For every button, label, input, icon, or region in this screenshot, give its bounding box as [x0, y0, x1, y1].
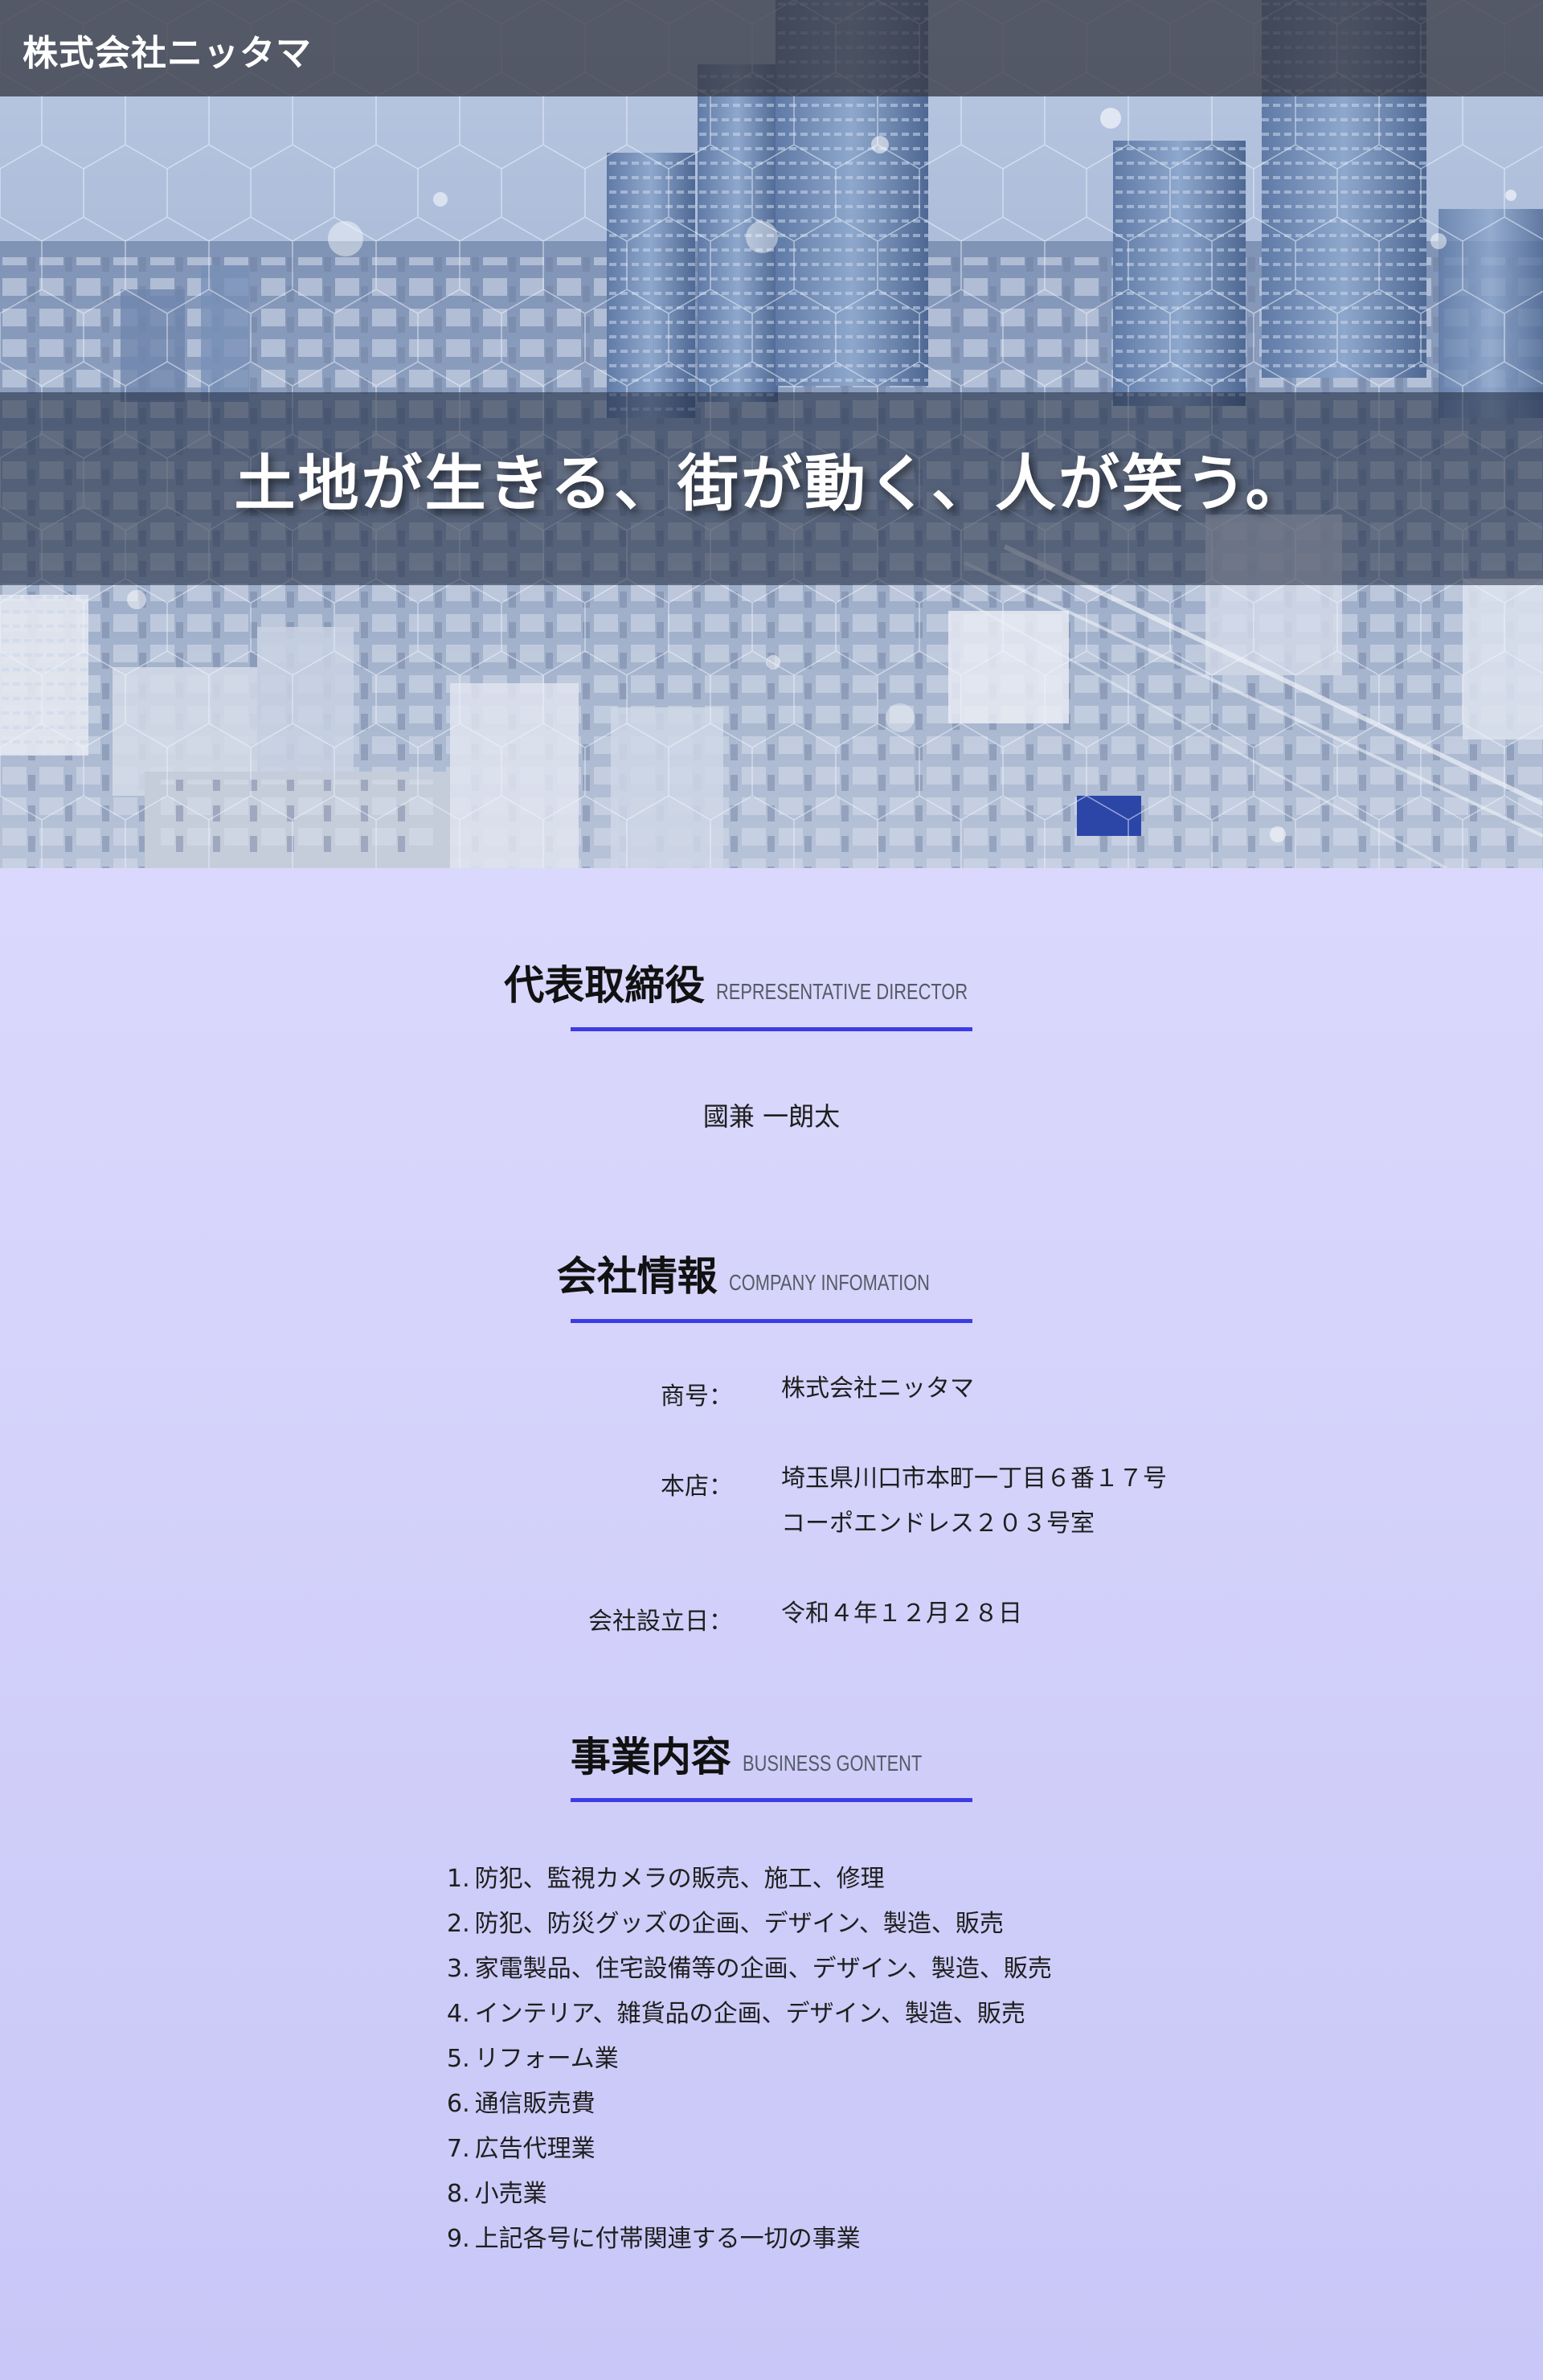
list-item-number: 3. — [447, 1955, 470, 1983]
list-item-text: 家電製品、住宅設備等の企画、デザイン、製造、販売 — [474, 1955, 1052, 1983]
hero-tagline: 土地が生きる、街が動く、人が笑う。 — [234, 448, 1309, 519]
list-item-text: 小売業 — [474, 2180, 547, 2208]
list-item-text: 防犯、防災グッズの企画、デザイン、製造、販売 — [474, 1910, 1004, 1938]
head-office-line-2: コーポエンドレス２０３号室 — [781, 1510, 1095, 1538]
list-item-number: 7. — [447, 2135, 470, 2163]
head-office-label: 本店： — [661, 1473, 733, 1501]
list-item-number: 4. — [447, 2000, 470, 2028]
established-label: 会社設立日： — [588, 1608, 733, 1636]
representative-heading: 代表取締役 REPRESENTATIVE DIRECTOR — [0, 953, 1543, 1011]
list-item-number: 1. — [447, 1865, 470, 1893]
representative-subtitle: REPRESENTATIVE DIRECTOR — [716, 979, 968, 1004]
trade-name-label: 商号： — [661, 1383, 733, 1411]
list-item-number: 8. — [447, 2180, 470, 2208]
head-office-line-1: 埼玉県川口市本町一丁目６番１７号 — [781, 1464, 1167, 1493]
company-info-subtitle: COMPANY INFOMATION — [728, 1270, 930, 1295]
list-item: 1. 防犯、監視カメラの販売、施工、修理 — [447, 1857, 1052, 1902]
list-item: 4. インテリア、雑貨品の企画、デザイン、製造、販売 — [447, 1992, 1052, 2037]
company-info-title: 会社情報 — [556, 1253, 718, 1300]
list-item-text: 上記各号に付帯関連する一切の事業 — [474, 2225, 861, 2253]
list-item-number: 2. — [447, 1910, 470, 1938]
representative-title: 代表取締役 — [504, 962, 706, 1009]
representative-divider — [571, 1027, 972, 1031]
established-value: 令和４年１２月２８日 — [781, 1600, 1022, 1628]
list-item-text: 広告代理業 — [474, 2135, 596, 2163]
list-item-text: 防犯、監視カメラの販売、施工、修理 — [474, 1865, 885, 1893]
list-item-text: 通信販売費 — [474, 2090, 596, 2118]
list-item: 5. リフォーム業 — [447, 2037, 1052, 2082]
head-office-address: 埼玉県川口市本町一丁目６番１７号 コーポエンドレス２０３号室 — [781, 1456, 1167, 1546]
business-list: 1. 防犯、監視カメラの販売、施工、修理 2. 防犯、防災グッズの企画、デザイン、製… — [447, 1857, 1052, 2262]
list-item-text: インテリア、雑貨品の企画、デザイン、製造、販売 — [474, 2000, 1025, 2028]
business-title: 事業内容 — [570, 1734, 731, 1780]
list-item-number: 5. — [447, 2045, 470, 2073]
business-divider — [571, 1798, 972, 1802]
list-item-text: リフォーム業 — [474, 2045, 619, 2073]
company-logo-text[interactable]: 株式会社ニッタマ — [23, 24, 312, 76]
company-info-heading: 会社情報 COMPANY INFOMATION — [0, 1244, 1543, 1302]
list-item-number: 6. — [447, 2090, 470, 2118]
representative-name: 國兼 一朗太 — [702, 1101, 841, 1132]
business-subtitle: BUSINESS GONTENT — [742, 1751, 923, 1776]
list-item: 6. 通信販売費 — [447, 2082, 1052, 2127]
company-info-divider — [571, 1319, 972, 1323]
list-item-number: 9. — [447, 2225, 470, 2253]
business-heading: 事業内容 BUSINESS GONTENT — [0, 1725, 1543, 1783]
list-item: 3. 家電製品、住宅設備等の企画、デザイン、製造、販売 — [447, 1947, 1052, 1992]
list-item: 9. 上記各号に付帯関連する一切の事業 — [447, 2217, 1052, 2262]
list-item: 2. 防犯、防災グッズの企画、デザイン、製造、販売 — [447, 1902, 1052, 1947]
list-item: 8. 小売業 — [447, 2172, 1052, 2217]
header-bar: 株式会社ニッタマ — [0, 0, 1543, 96]
trade-name-value: 株式会社ニッタマ — [781, 1374, 974, 1403]
list-item: 7. 広告代理業 — [447, 2127, 1052, 2172]
hero-banner: 株式会社ニッタマ 土地が生きる、街が動く、人が笑う。 — [0, 0, 1543, 868]
